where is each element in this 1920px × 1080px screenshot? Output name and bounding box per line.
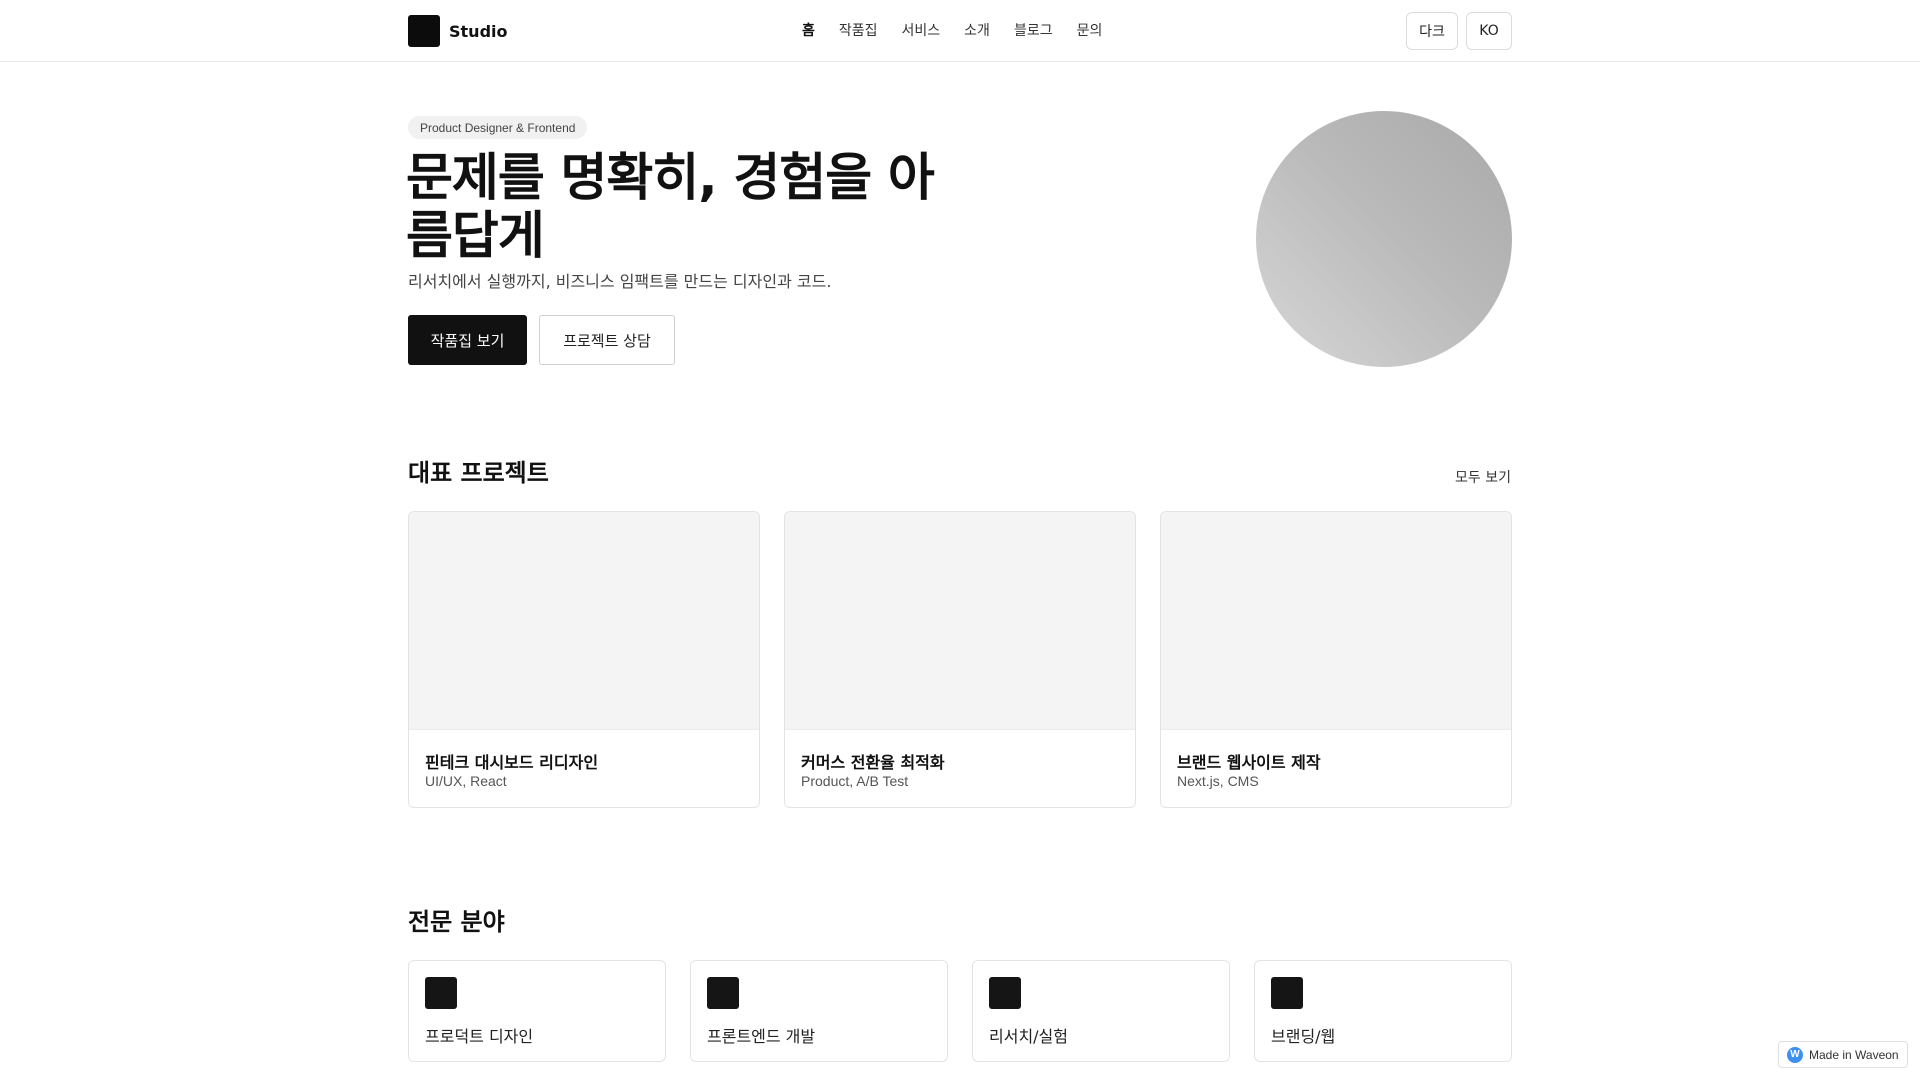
nav-item-about[interactable]: 소개: [964, 20, 990, 40]
nav-item-services[interactable]: 서비스: [902, 20, 941, 40]
hero-image: [1256, 111, 1512, 367]
expertise-card[interactable]: 프론트엔드 개발: [690, 960, 948, 1062]
project-tags: UI/UX, React: [425, 773, 507, 789]
expertise-card[interactable]: 프로덕트 디자인: [408, 960, 666, 1062]
site-header: Studio 홈 작품집 서비스 소개 블로그 문의 다크 KO: [0, 0, 1920, 62]
expertise-icon: [1271, 977, 1303, 1009]
expertise-card[interactable]: 브랜딩/웹: [1254, 960, 1512, 1062]
see-all-link[interactable]: 모두 보기: [1455, 467, 1511, 487]
featured-section-title: 대표 프로젝트: [408, 459, 549, 487]
made-in-waveon-badge[interactable]: W Made in Waveon: [1778, 1041, 1908, 1068]
view-portfolio-button[interactable]: 작품집 보기: [408, 315, 527, 365]
brand[interactable]: Studio: [408, 15, 508, 47]
hero-subtitle: 리서치에서 실행까지, 비즈니스 임팩트를 만드는 디자인과 코드.: [408, 272, 832, 291]
expertise-label: 브랜딩/웹: [1271, 1027, 1336, 1046]
expertise-section-title: 전문 분야: [408, 908, 505, 936]
expertise-label: 리서치/실험: [989, 1027, 1068, 1046]
made-in-label: Made in Waveon: [1809, 1047, 1899, 1062]
brand-name: Studio: [449, 21, 508, 41]
project-tags: Next.js, CMS: [1177, 773, 1259, 789]
project-thumbnail: [1161, 512, 1511, 730]
expertise-icon: [989, 977, 1021, 1009]
project-thumbnail: [409, 512, 759, 730]
project-title: 브랜드 웹사이트 제작: [1177, 753, 1321, 772]
project-card[interactable]: 커머스 전환율 최적화 Product, A/B Test: [784, 511, 1136, 808]
nav-item-portfolio[interactable]: 작품집: [839, 20, 878, 40]
expertise-label: 프론트엔드 개발: [707, 1027, 816, 1046]
project-tags: Product, A/B Test: [801, 773, 909, 789]
project-thumbnail: [785, 512, 1135, 730]
role-badge: Product Designer & Frontend: [408, 116, 588, 139]
language-button[interactable]: KO: [1466, 12, 1512, 50]
expertise-icon: [425, 977, 457, 1009]
project-card[interactable]: 핀테크 대시보드 리디자인 UI/UX, React: [408, 511, 760, 808]
theme-toggle-button[interactable]: 다크: [1406, 12, 1458, 50]
project-card[interactable]: 브랜드 웹사이트 제작 Next.js, CMS: [1160, 511, 1512, 808]
project-title: 커머스 전환율 최적화: [801, 753, 945, 772]
main-nav: 홈 작품집 서비스 소개 블로그 문의: [802, 20, 1126, 40]
hero-title: 문제를 명확히, 경험을 아름답게: [406, 149, 935, 266]
nav-item-home[interactable]: 홈: [802, 20, 815, 40]
expertise-icon: [707, 977, 739, 1009]
brand-logo-icon: [408, 15, 440, 47]
nav-item-blog[interactable]: 블로그: [1014, 20, 1053, 40]
expertise-card[interactable]: 리서치/실험: [972, 960, 1230, 1062]
project-title: 핀테크 대시보드 리디자인: [425, 753, 599, 772]
waveon-logo-icon: W: [1787, 1046, 1803, 1063]
nav-item-contact[interactable]: 문의: [1077, 20, 1103, 40]
expertise-label: 프로덕트 디자인: [425, 1027, 534, 1046]
project-consult-button[interactable]: 프로젝트 상담: [539, 315, 675, 365]
